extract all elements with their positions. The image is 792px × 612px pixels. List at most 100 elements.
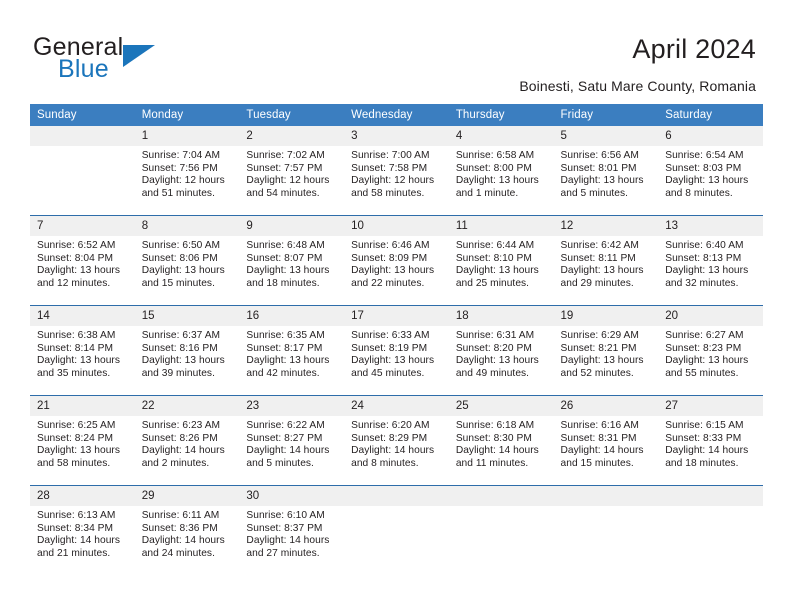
day-number: 16 [239, 306, 345, 326]
day-cell[interactable]: 6 Sunrise: 6:54 AM Sunset: 8:03 PM Dayli… [658, 126, 763, 216]
day-details: Sunrise: 6:25 AM Sunset: 8:24 PM Dayligh… [30, 416, 135, 470]
day-cell[interactable]: 5 Sunrise: 6:56 AM Sunset: 8:01 PM Dayli… [553, 126, 659, 216]
daylight-text-line1: Daylight: 13 hours [351, 355, 435, 367]
sunset-text: Sunset: 7:58 PM [351, 162, 428, 174]
general-blue-logo[interactable]: General Blue [33, 33, 203, 83]
daylight-text-line1: Daylight: 14 hours [37, 535, 121, 547]
day-cell[interactable]: 27 Sunrise: 6:15 AM Sunset: 8:33 PM Dayl… [658, 395, 763, 486]
day-cell[interactable]: 16 Sunrise: 6:35 AM Sunset: 8:17 PM Dayl… [239, 305, 345, 396]
day-number: 19 [553, 306, 659, 326]
day-number: 3 [344, 126, 449, 146]
day-cell[interactable]: 15 Sunrise: 6:37 AM Sunset: 8:16 PM Dayl… [134, 305, 240, 396]
day-cell[interactable]: 26 Sunrise: 6:16 AM Sunset: 8:31 PM Dayl… [553, 395, 659, 486]
day-cell[interactable]: 14 Sunrise: 6:38 AM Sunset: 8:14 PM Dayl… [30, 305, 135, 396]
daylight-text-line2: and 54 minutes. [246, 187, 320, 199]
sunset-text: Sunset: 8:01 PM [560, 162, 637, 174]
sunset-text: Sunset: 8:30 PM [455, 432, 532, 444]
daylight-text-line2: and 27 minutes. [246, 547, 320, 559]
sunset-text: Sunset: 8:31 PM [560, 432, 637, 444]
daylight-text-line1: Daylight: 13 hours [37, 355, 121, 367]
day-number: 27 [658, 396, 763, 416]
calendar-page: General Blue April 2024 Boinesti, Satu M… [0, 0, 792, 612]
day-cell[interactable]: 11 Sunrise: 6:44 AM Sunset: 8:10 PM Dayl… [448, 215, 554, 306]
day-number: 10 [344, 216, 449, 236]
day-number [658, 486, 763, 506]
day-details: Sunrise: 7:00 AM Sunset: 7:58 PM Dayligh… [344, 146, 449, 200]
day-cell[interactable]: 4 Sunrise: 6:58 AM Sunset: 8:00 PM Dayli… [448, 126, 554, 216]
calendar-week-row: 14 Sunrise: 6:38 AM Sunset: 8:14 PM Dayl… [30, 305, 763, 396]
sunrise-text: Sunrise: 6:38 AM [37, 330, 116, 341]
sunset-text: Sunset: 8:23 PM [665, 342, 742, 354]
day-cell[interactable]: 22 Sunrise: 6:23 AM Sunset: 8:26 PM Dayl… [134, 395, 240, 486]
day-cell[interactable]: 24 Sunrise: 6:20 AM Sunset: 8:29 PM Dayl… [344, 395, 449, 486]
day-cell[interactable]: 3 Sunrise: 7:00 AM Sunset: 7:58 PM Dayli… [344, 126, 449, 216]
daylight-text-line2: and 18 minutes. [246, 277, 320, 289]
day-number [30, 126, 135, 146]
day-cell[interactable]: 28 Sunrise: 6:13 AM Sunset: 8:34 PM Dayl… [30, 485, 135, 575]
sunrise-text: Sunrise: 6:18 AM [455, 420, 535, 431]
sunset-text: Sunset: 8:20 PM [455, 342, 532, 354]
day-cell[interactable]: 29 Sunrise: 6:11 AM Sunset: 8:36 PM Dayl… [134, 485, 240, 575]
daylight-text-line2: and 58 minutes. [37, 457, 111, 469]
day-cell[interactable]: 18 Sunrise: 6:31 AM Sunset: 8:20 PM Dayl… [448, 305, 554, 396]
day-number: 23 [239, 396, 345, 416]
sunset-text: Sunset: 8:17 PM [246, 342, 323, 354]
day-number: 5 [553, 126, 659, 146]
triangle-icon [123, 45, 155, 67]
day-cell[interactable]: 17 Sunrise: 6:33 AM Sunset: 8:19 PM Dayl… [344, 305, 449, 396]
daylight-text-line1: Daylight: 13 hours [246, 265, 330, 277]
sunrise-text: Sunrise: 6:25 AM [37, 420, 116, 431]
day-number [448, 486, 554, 506]
day-cell[interactable]: 30 Sunrise: 6:10 AM Sunset: 8:37 PM Dayl… [239, 485, 345, 575]
daylight-text-line2: and 52 minutes. [560, 367, 634, 379]
daylight-text-line2: and 51 minutes. [141, 187, 215, 199]
day-cell[interactable]: 1 Sunrise: 7:04 AM Sunset: 7:56 PM Dayli… [134, 126, 240, 216]
sunrise-text: Sunrise: 6:46 AM [351, 240, 430, 251]
daylight-text-line2: and 12 minutes. [37, 277, 111, 289]
page-header: General Blue April 2024 Boinesti, Satu M… [0, 0, 792, 100]
day-cell[interactable]: 10 Sunrise: 6:46 AM Sunset: 8:09 PM Dayl… [344, 215, 449, 306]
weekday-header-wednesday: Wednesday [344, 104, 449, 126]
sunset-text: Sunset: 8:29 PM [351, 432, 428, 444]
daylight-text-line1: Daylight: 13 hours [246, 355, 330, 367]
day-number: 15 [134, 306, 240, 326]
day-details: Sunrise: 6:42 AM Sunset: 8:11 PM Dayligh… [554, 236, 659, 290]
day-cell[interactable]: 23 Sunrise: 6:22 AM Sunset: 8:27 PM Dayl… [239, 395, 345, 486]
day-number: 28 [30, 486, 135, 506]
day-cell [658, 485, 763, 575]
sunset-text: Sunset: 8:03 PM [665, 162, 742, 174]
day-cell[interactable]: 20 Sunrise: 6:27 AM Sunset: 8:23 PM Dayl… [658, 305, 763, 396]
day-details: Sunrise: 6:31 AM Sunset: 8:20 PM Dayligh… [449, 326, 554, 380]
sunset-text: Sunset: 8:27 PM [246, 432, 323, 444]
day-cell[interactable]: 21 Sunrise: 6:25 AM Sunset: 8:24 PM Dayl… [30, 395, 135, 486]
sunrise-text: Sunrise: 7:00 AM [351, 150, 430, 161]
sunrise-text: Sunrise: 6:50 AM [141, 240, 221, 251]
daylight-text-line1: Daylight: 13 hours [141, 265, 225, 277]
day-cell[interactable]: 8 Sunrise: 6:50 AM Sunset: 8:06 PM Dayli… [134, 215, 240, 306]
day-details: Sunrise: 6:40 AM Sunset: 8:13 PM Dayligh… [658, 236, 763, 290]
daylight-text-line2: and 55 minutes. [665, 367, 739, 379]
daylight-text-line1: Daylight: 13 hours [560, 175, 644, 187]
day-details: Sunrise: 6:46 AM Sunset: 8:09 PM Dayligh… [344, 236, 449, 290]
day-details: Sunrise: 6:27 AM Sunset: 8:23 PM Dayligh… [658, 326, 763, 380]
sunset-text: Sunset: 7:57 PM [246, 162, 323, 174]
day-cell[interactable]: 12 Sunrise: 6:42 AM Sunset: 8:11 PM Dayl… [553, 215, 659, 306]
daylight-text-line1: Daylight: 14 hours [455, 445, 539, 457]
sunrise-text: Sunrise: 6:27 AM [665, 330, 744, 341]
weekday-header-saturday: Saturday [658, 104, 763, 126]
day-cell[interactable]: 19 Sunrise: 6:29 AM Sunset: 8:21 PM Dayl… [553, 305, 659, 396]
daylight-text-line2: and 2 minutes. [141, 457, 210, 469]
daylight-text-line2: and 45 minutes. [351, 367, 425, 379]
day-cell[interactable]: 25 Sunrise: 6:18 AM Sunset: 8:30 PM Dayl… [448, 395, 554, 486]
day-details: Sunrise: 6:18 AM Sunset: 8:30 PM Dayligh… [449, 416, 554, 470]
day-cell[interactable]: 7 Sunrise: 6:52 AM Sunset: 8:04 PM Dayli… [30, 215, 135, 306]
sunrise-text: Sunrise: 6:20 AM [351, 420, 430, 431]
day-cell[interactable]: 9 Sunrise: 6:48 AM Sunset: 8:07 PM Dayli… [239, 215, 345, 306]
day-number: 18 [448, 306, 554, 326]
day-cell[interactable]: 2 Sunrise: 7:02 AM Sunset: 7:57 PM Dayli… [239, 126, 345, 216]
daylight-text-line2: and 15 minutes. [560, 457, 634, 469]
day-details: Sunrise: 6:13 AM Sunset: 8:34 PM Dayligh… [30, 506, 135, 560]
sunrise-text: Sunrise: 7:02 AM [246, 150, 325, 161]
sunrise-text: Sunrise: 6:52 AM [37, 240, 116, 251]
day-cell[interactable]: 13 Sunrise: 6:40 AM Sunset: 8:13 PM Dayl… [658, 215, 763, 306]
